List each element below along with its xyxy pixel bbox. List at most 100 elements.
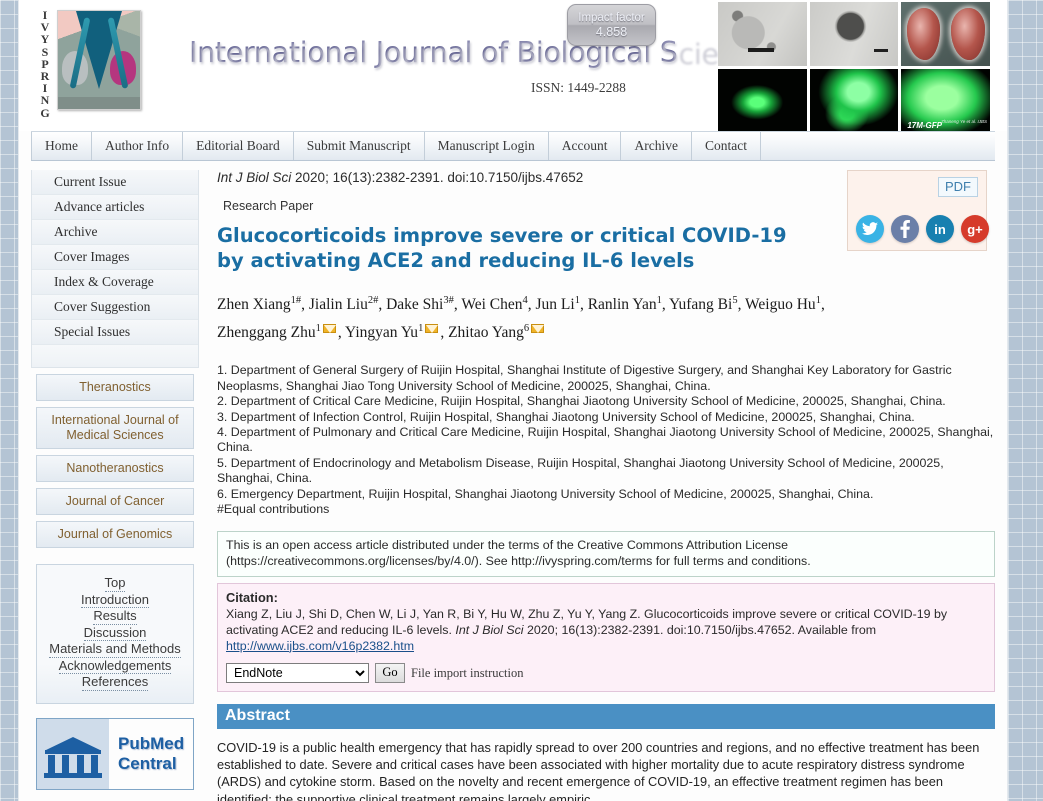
citation-go-button[interactable]: Go [375, 662, 405, 683]
article-toc: Top Introduction Results Discussion Mate… [36, 564, 194, 704]
journal-link-nanotheranostics[interactable]: Nanotheranostics [36, 455, 194, 482]
ivyspring-logo[interactable]: IVYSPRING [33, 5, 163, 120]
pubmed-central-label: PubMed Central [109, 734, 193, 774]
citation-format-select[interactable]: EndNote [226, 662, 369, 683]
googleplus-icon[interactable]: g+ [961, 215, 989, 243]
toc-link-acknowledgements[interactable]: Acknowledgements [58, 658, 172, 674]
author-name: , Weiguo Hu [737, 296, 816, 314]
gallery-image-gfp-3: 17M-GFP Zhaneng Ye et al. IJBS [901, 69, 990, 131]
pdf-button[interactable]: PDF [938, 177, 978, 197]
affiliation-item: 4. Department of Pulmonary and Critical … [217, 424, 994, 455]
citation-text-part2: 2020; 16(13):2382-2391. doi:10.7150/ijbs… [523, 622, 877, 637]
affiliation-item: 1. Department of General Surgery of Ruij… [217, 363, 952, 393]
toc-link-materials-methods[interactable]: Materials and Methods [49, 641, 181, 658]
gallery-image-credit: Zhaneng Ye et al. IJBS [941, 119, 987, 124]
author-name: , Zhitao Yang [440, 324, 524, 342]
sidebar-item-index-coverage[interactable]: Index & Coverage [32, 270, 198, 295]
author-name: , Wei Chen [453, 296, 523, 314]
sidebar-item-archive[interactable]: Archive [32, 220, 198, 245]
impact-factor-badge: Impact factor 4.858 [567, 4, 656, 46]
sidebar-spacer [32, 345, 198, 367]
journal-issn: ISSN: 1449-2288 [531, 80, 626, 95]
article-main: PDF in g+ Int J Biol Sci 2020; 16(13):23… [199, 161, 995, 801]
journal-reference-detail: 2020; 16(13):2382-2391. doi:10.7150/ijbs… [291, 170, 584, 185]
nav-item-submit-manuscript[interactable]: Submit Manuscript [294, 132, 425, 160]
site-shell: IVYSPRING International Journal of Biolo… [18, 0, 1008, 801]
nav-item-home[interactable]: Home [31, 132, 92, 160]
gallery-image-brightfield-2 [809, 2, 899, 66]
toc-link-top[interactable]: Top [104, 575, 126, 592]
author-name: , Ranlin Yan [579, 296, 657, 314]
pubmed-central-icon [37, 718, 109, 789]
social-share-row: in g+ [856, 215, 989, 243]
ivyspring-wordmark: IVYSPRING [40, 8, 50, 120]
author-name: , Jialin Liu [301, 296, 368, 314]
journal-abbrev: Int J Biol Sci [217, 170, 292, 185]
toc-link-results[interactable]: Results [93, 608, 137, 625]
author-affil-marker: 1# [290, 295, 302, 306]
author-affil-marker: 6 [523, 323, 530, 335]
corresponding-author-email-icon[interactable] [425, 324, 439, 334]
file-import-instruction-link[interactable]: File import instruction [411, 665, 524, 681]
author-list: Zhen Xiang1#, Jialin Liu2#, Dake Shi3#, … [217, 289, 857, 345]
nav-item-archive[interactable]: Archive [621, 132, 692, 160]
nav-item-editorial-board[interactable]: Editorial Board [183, 132, 294, 160]
main-navigation: Home Author Info Editorial Board Submit … [31, 131, 995, 161]
toc-link-introduction[interactable]: Introduction [81, 592, 149, 608]
toc-link-references[interactable]: References [81, 674, 149, 691]
affiliation-item: 2. Department of Critical Care Medicine,… [217, 394, 946, 409]
pubmed-central-line1: PubMed [118, 733, 185, 753]
sidebar-item-cover-images[interactable]: Cover Images [32, 245, 198, 270]
abstract-body: COVID-19 is a public health emergency th… [217, 739, 980, 801]
citation-heading: Citation: [226, 589, 278, 605]
pubmed-central-line2: Central [118, 753, 177, 773]
affiliation-item: 6. Emergency Department, Ruijin Hospital… [217, 486, 874, 501]
equal-contributions-note: #Equal contributions [217, 501, 330, 516]
journal-link-journal-of-genomics[interactable]: Journal of Genomics [36, 521, 194, 548]
header-image-gallery: 17M-GFP Zhaneng Ye et al. IJBS [718, 2, 990, 131]
author-affil-marker: 3# [443, 295, 454, 306]
sidebar-item-cover-suggestion[interactable]: Cover Suggestion [32, 295, 198, 320]
nav-item-manuscript-login[interactable]: Manuscript Login [425, 132, 549, 160]
author-name: , Yufang Bi [661, 296, 733, 314]
affiliation-item: 3. Department of Infection Control, Ruij… [217, 409, 915, 424]
masthead: IVYSPRING International Journal of Biolo… [19, 0, 1007, 131]
author-name: , Yingyan Yu [337, 324, 419, 342]
license-notice: This is an open access article distribut… [217, 531, 995, 577]
gallery-image-gfp-2 [809, 69, 899, 131]
abstract-heading: Abstract [217, 703, 995, 729]
sidebar-related-journals: Theranostics International Journal of Me… [31, 374, 199, 548]
share-panel: PDF in g+ [847, 170, 989, 251]
nav-item-author-info[interactable]: Author Info [92, 132, 184, 160]
ivyspring-emblem-icon [57, 10, 141, 110]
sidebar-links-block: Current Issue Advance articles Archive C… [31, 170, 199, 368]
affiliation-item: 5. Department of Endocrinology and Metab… [217, 455, 944, 486]
author-name: Zhen Xiang [217, 296, 291, 314]
journal-link-journal-of-cancer[interactable]: Journal of Cancer [36, 488, 194, 515]
page-background: IVYSPRING International Journal of Biolo… [0, 0, 1043, 801]
sidebar: Current Issue Advance articles Archive C… [31, 161, 199, 801]
journal-link-theranostics[interactable]: Theranostics [36, 374, 194, 401]
corresponding-author-email-icon[interactable] [531, 324, 545, 334]
sidebar-item-current-issue[interactable]: Current Issue [32, 170, 198, 195]
author-affil-marker: 1 [315, 323, 321, 335]
pubmed-central-link[interactable]: PubMed Central [36, 717, 194, 790]
toc-link-discussion[interactable]: Discussion [83, 625, 147, 641]
gallery-image-gfp-1 [718, 69, 807, 131]
journal-link-ijms[interactable]: International Journal of Medical Science… [36, 407, 194, 449]
nav-item-contact[interactable]: Contact [692, 132, 761, 160]
sidebar-item-special-issues[interactable]: Special Issues [32, 320, 198, 345]
author-affil-marker: 2# [367, 295, 379, 306]
nav-item-account[interactable]: Account [549, 132, 622, 160]
author-name: , Dake Shi [378, 296, 444, 314]
linkedin-icon[interactable]: in [926, 215, 954, 243]
gallery-image-embryo [901, 2, 990, 66]
corresponding-author-email-icon[interactable] [322, 324, 336, 334]
sidebar-item-advance-articles[interactable]: Advance articles [32, 195, 198, 220]
page-title: Glucocorticoids improve severe or critic… [217, 224, 787, 272]
citation-url-link[interactable]: http://www.ijbs.com/v16p2382.htm [226, 639, 414, 653]
facebook-icon[interactable] [891, 215, 919, 243]
author-affil-marker: 1 [418, 323, 424, 335]
impact-factor-label: Impact factor [578, 12, 645, 24]
twitter-icon[interactable] [856, 215, 884, 243]
